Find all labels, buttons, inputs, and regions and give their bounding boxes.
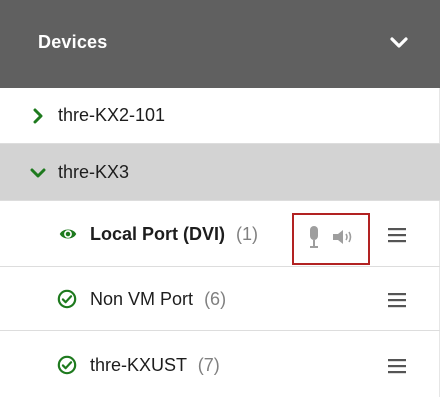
- hamburger-menu-icon[interactable]: [386, 289, 408, 311]
- port-label-non-vm: Non VM Port (6): [90, 289, 226, 310]
- check-circle-icon: [57, 289, 77, 309]
- port-row-thre-kxust[interactable]: thre-KXUST (7): [0, 331, 440, 397]
- devices-panel: Devices thre-KX2-101 thre-KX3 Local Port…: [0, 0, 440, 397]
- devices-title: Devices: [38, 32, 108, 52]
- port-label-kxust: thre-KXUST (7): [90, 355, 220, 376]
- chevron-right-icon[interactable]: [30, 108, 46, 124]
- port-name: Local Port (DVI): [90, 224, 226, 244]
- port-count: (7): [197, 355, 220, 375]
- port-name: Non VM Port: [90, 289, 194, 309]
- group-label: thre-KX2-101: [58, 105, 166, 125]
- microphone-icon[interactable]: [305, 225, 323, 249]
- port-count: (6): [204, 289, 227, 309]
- group-label: thre-KX3: [58, 162, 130, 182]
- port-name: thre-KXUST: [90, 355, 187, 375]
- port-count: (1): [236, 224, 259, 244]
- port-row-local-port[interactable]: Local Port (DVI) (1): [0, 201, 440, 267]
- check-circle-icon: [57, 355, 77, 375]
- hamburger-menu-icon[interactable]: [386, 224, 408, 246]
- port-label-local: Local Port (DVI) (1): [90, 224, 258, 245]
- chevron-down-icon[interactable]: [388, 32, 410, 54]
- port-row-non-vm-port[interactable]: Non VM Port (6): [0, 267, 440, 331]
- tree-group-thre-kx2-101[interactable]: thre-KX2-101: [0, 88, 440, 144]
- speaker-icon[interactable]: [331, 228, 357, 246]
- tree-group-thre-kx3[interactable]: thre-KX3: [0, 144, 440, 201]
- devices-header[interactable]: Devices: [0, 0, 440, 88]
- eye-icon: [59, 229, 77, 239]
- hamburger-menu-icon[interactable]: [386, 355, 408, 377]
- chevron-down-icon[interactable]: [30, 165, 46, 181]
